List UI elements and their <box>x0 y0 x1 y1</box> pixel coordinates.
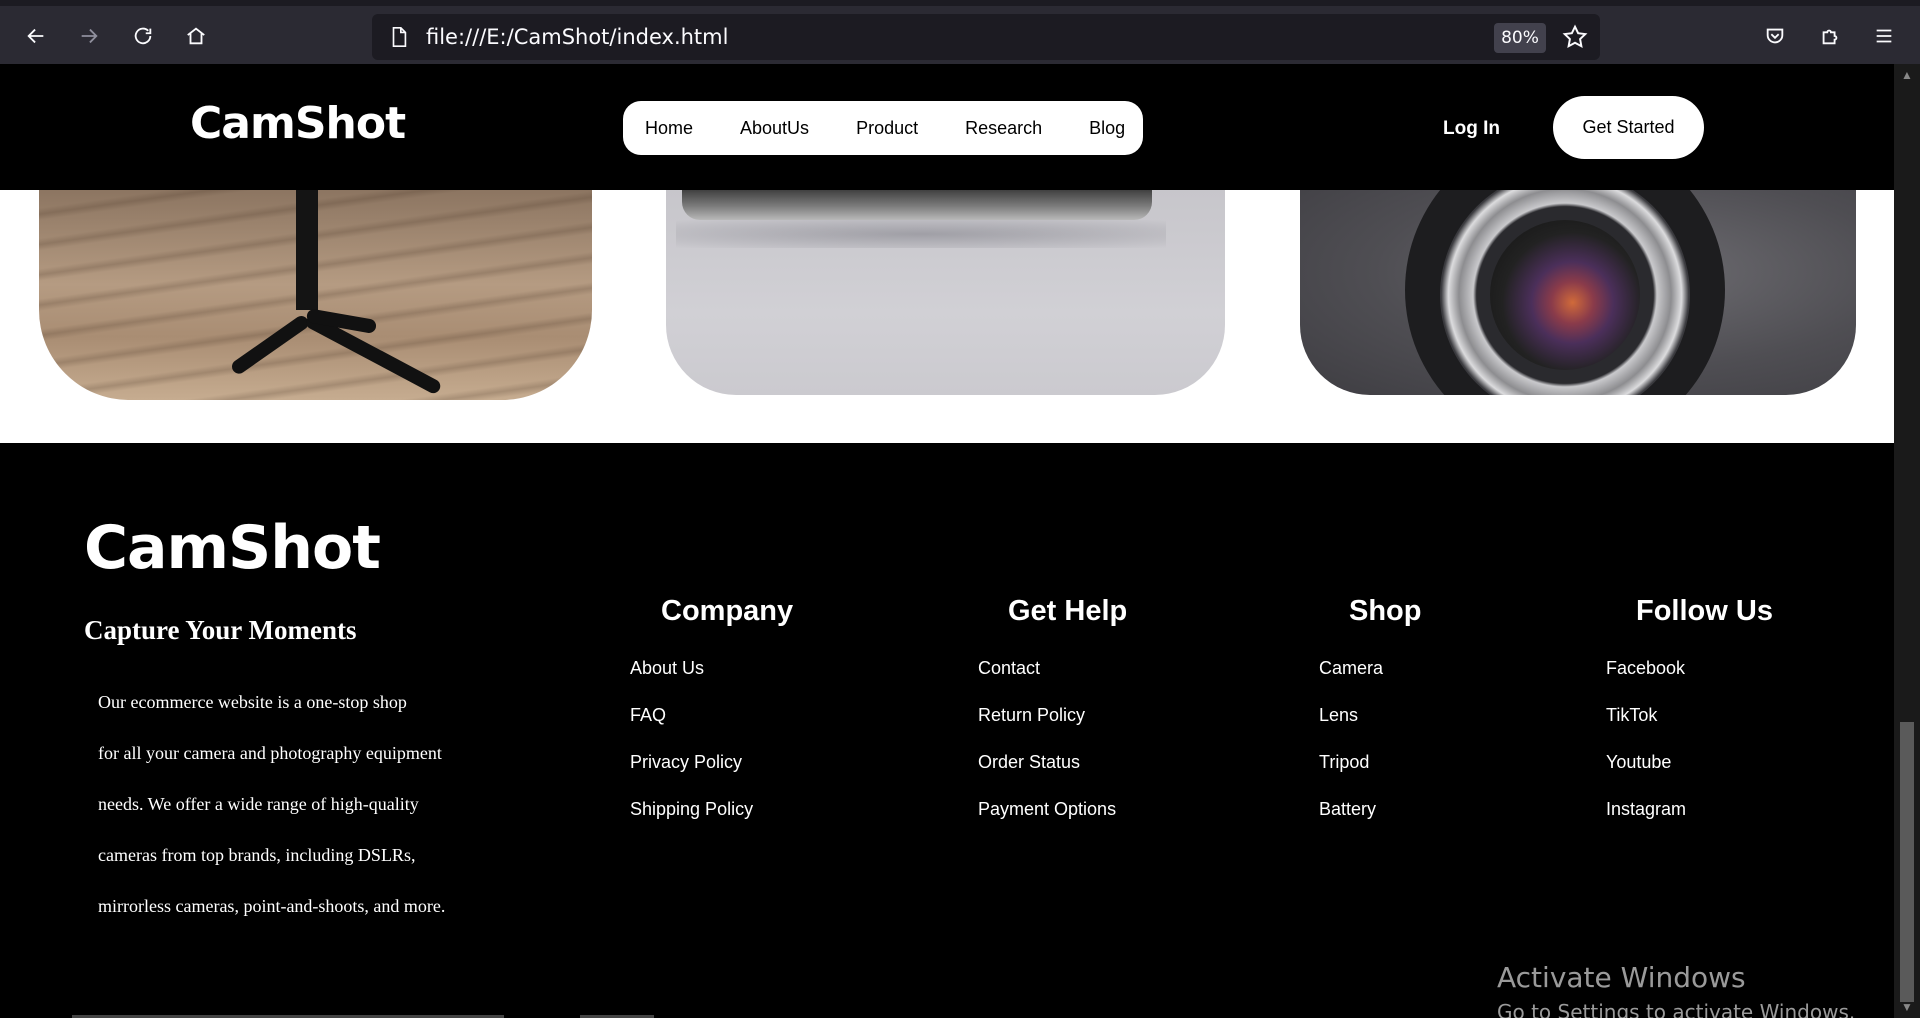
footer-link-shipping-policy[interactable]: Shipping Policy <box>630 798 793 845</box>
pocket-icon[interactable] <box>1759 20 1791 52</box>
nav-home[interactable]: Home <box>645 118 693 139</box>
footer-column-get-help: Get Help Contact Return Policy Order Sta… <box>978 595 1127 845</box>
scrollbar-thumb[interactable] <box>1900 722 1914 1002</box>
back-icon[interactable] <box>20 20 52 52</box>
footer-column-title: Follow Us <box>1636 595 1773 627</box>
scroll-down-icon[interactable]: ▼ <box>1899 1000 1915 1014</box>
url-text[interactable]: file:///E:/CamShot/index.html <box>426 25 728 49</box>
menu-icon[interactable] <box>1868 20 1900 52</box>
footer-link-tiktok[interactable]: TikTok <box>1606 704 1773 751</box>
footer-column-title: Company <box>661 595 794 627</box>
footer-link-return-policy[interactable]: Return Policy <box>978 704 1127 751</box>
lens-image[interactable] <box>1300 190 1856 395</box>
footer-link-battery[interactable]: Battery <box>1319 798 1422 845</box>
site-footer: CamShot Capture Your Moments Our ecommer… <box>0 443 1894 1018</box>
page-icon <box>392 27 407 47</box>
get-started-button[interactable]: Get Started <box>1553 96 1704 159</box>
footer-link-camera[interactable]: Camera <box>1319 657 1422 704</box>
nav-blog[interactable]: Blog <box>1089 118 1125 139</box>
nav-product[interactable]: Product <box>856 118 918 139</box>
footer-link-faq[interactable]: FAQ <box>630 704 793 751</box>
tripod-image[interactable] <box>39 190 592 400</box>
footer-link-payment-options[interactable]: Payment Options <box>978 798 1127 845</box>
site-header: CamShot Home AboutUs Product Research Bl… <box>0 64 1894 190</box>
footer-link-tripod[interactable]: Tripod <box>1319 751 1422 798</box>
footer-link-instagram[interactable]: Instagram <box>1606 798 1773 845</box>
footer-link-contact[interactable]: Contact <box>978 657 1127 704</box>
camera-image[interactable] <box>666 190 1225 395</box>
scroll-up-icon[interactable]: ▲ <box>1899 68 1915 82</box>
footer-link-privacy-policy[interactable]: Privacy Policy <box>630 751 793 798</box>
browser-toolbar: file:///E:/CamShot/index.html 80% <box>0 6 1920 64</box>
nav-aboutus[interactable]: AboutUs <box>740 118 809 139</box>
forward-icon[interactable] <box>73 20 105 52</box>
nav-research[interactable]: Research <box>965 118 1042 139</box>
footer-column-shop: Shop Camera Lens Tripod Battery <box>1319 595 1422 845</box>
activate-windows-watermark: Activate Windows Go to Settings to activ… <box>1497 961 1856 1018</box>
page-viewport: CamShot Home AboutUs Product Research Bl… <box>0 64 1894 1018</box>
footer-logo: CamShot <box>84 513 381 583</box>
site-logo[interactable]: CamShot <box>190 98 406 149</box>
footer-about-text: Our ecommerce website is a one-stop shop… <box>98 692 446 916</box>
vertical-scrollbar[interactable]: ▲ ▼ <box>1894 64 1920 1018</box>
zoom-level-badge[interactable]: 80% <box>1494 23 1546 53</box>
bookmark-star-icon[interactable] <box>1562 24 1588 50</box>
main-nav: Home AboutUs Product Research Blog <box>623 101 1143 155</box>
footer-link-youtube[interactable]: Youtube <box>1606 751 1773 798</box>
footer-link-facebook[interactable]: Facebook <box>1606 657 1773 704</box>
home-icon[interactable] <box>180 20 212 52</box>
product-images <box>0 190 1894 443</box>
footer-link-order-status[interactable]: Order Status <box>978 751 1127 798</box>
login-link[interactable]: Log In <box>1443 118 1500 140</box>
footer-column-follow-us: Follow Us Facebook TikTok Youtube Instag… <box>1606 595 1773 845</box>
footer-column-company: Company About Us FAQ Privacy Policy Ship… <box>630 595 793 845</box>
reload-icon[interactable] <box>127 20 159 52</box>
footer-tagline: Capture Your Moments <box>84 615 357 645</box>
extensions-icon[interactable] <box>1814 20 1846 52</box>
footer-column-title: Get Help <box>1008 595 1128 627</box>
url-bar[interactable]: file:///E:/CamShot/index.html 80% <box>372 14 1600 60</box>
footer-column-title: Shop <box>1349 595 1422 627</box>
footer-link-about-us[interactable]: About Us <box>630 657 793 704</box>
footer-link-lens[interactable]: Lens <box>1319 704 1422 751</box>
